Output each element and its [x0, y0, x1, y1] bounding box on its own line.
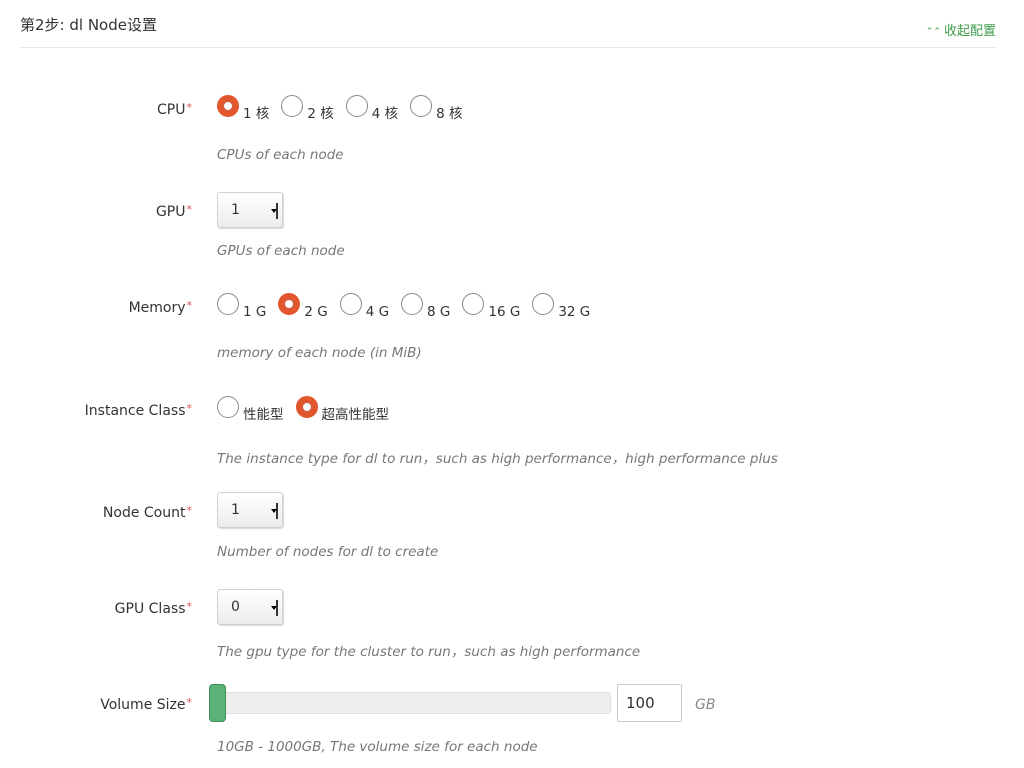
gpu-class-select[interactable]: 0: [217, 589, 283, 625]
gpu-class-select-value: 0: [231, 599, 240, 615]
caret-down-icon: [270, 503, 278, 519]
gpu-label: GPU*: [156, 203, 192, 220]
instance-class-option-performance[interactable]: 性能型: [217, 396, 284, 423]
memory-option-label: 32 G: [558, 303, 591, 320]
memory-help-text: memory of each node (in MiB): [217, 345, 422, 361]
cpu-label: CPU*: [157, 101, 192, 118]
memory-option-label: 4 G: [365, 303, 390, 320]
radio-button[interactable]: [295, 396, 318, 418]
radio-button[interactable]: [401, 293, 424, 315]
section-header: 第2步: dl Node设置 ⌃⌃ 收起配置: [20, 0, 996, 48]
memory-option-1g[interactable]: 1 G: [217, 293, 266, 320]
cpu-option-label: 1 核: [243, 105, 270, 122]
radio-button[interactable]: [410, 95, 433, 117]
required-mark: *: [186, 203, 193, 216]
cpu-option-label: 4 核: [371, 105, 399, 122]
volume-size-label-text: Volume Size: [100, 697, 186, 713]
required-mark: *: [186, 504, 193, 517]
memory-label: Memory*: [129, 299, 192, 316]
cpu-option-2[interactable]: 2 核: [281, 95, 334, 122]
node-count-label: Node Count*: [103, 504, 192, 521]
instance-class-label-text: Instance Class: [84, 403, 186, 419]
node-count-select-value: 1: [231, 502, 240, 518]
memory-option-label: 8 G: [427, 303, 451, 320]
memory-option-label: 16 G: [488, 303, 521, 320]
memory-radio-group: 1 G 2 G 4 G 8 G 16 G 32 G: [217, 293, 602, 320]
caret-down-icon: [270, 600, 278, 616]
required-mark: *: [186, 600, 193, 613]
radio-button[interactable]: [532, 293, 555, 315]
required-mark: *: [186, 696, 193, 709]
radio-button[interactable]: [281, 95, 304, 117]
memory-option-32g[interactable]: 32 G: [532, 293, 590, 320]
volume-size-slider-track[interactable]: [217, 692, 611, 714]
cpu-radio-group: 1 核 2 核 4 核 8 核: [217, 95, 475, 122]
collapse-config-label: 收起配置: [943, 24, 996, 39]
volume-size-help-text: 10GB - 1000GB, The volume size for each …: [217, 739, 538, 755]
radio-button[interactable]: [462, 293, 485, 315]
caret-down-icon: [270, 203, 278, 219]
radio-button[interactable]: [217, 95, 239, 117]
memory-option-8g[interactable]: 8 G: [401, 293, 450, 320]
instance-class-help-text: The instance type for dl to run，such as …: [217, 451, 778, 467]
cpu-option-label: 2 核: [307, 105, 334, 122]
cpu-option-label: 8 核: [436, 105, 463, 122]
memory-option-2g[interactable]: 2 G: [278, 293, 328, 320]
gpu-class-help-text: The gpu type for the cluster to run，such…: [217, 644, 641, 660]
memory-option-label: 2 G: [304, 303, 328, 320]
gpu-class-label: GPU Class*: [115, 600, 192, 617]
gpu-class-label-text: GPU Class: [114, 601, 186, 617]
memory-label-text: Memory: [128, 300, 186, 316]
volume-size-unit: GB: [695, 697, 716, 713]
memory-option-label: 1 G: [243, 303, 267, 320]
radio-button[interactable]: [278, 293, 301, 315]
volume-size-input[interactable]: [617, 684, 682, 722]
double-chevron-up-icon: ⌃⌃: [925, 27, 941, 37]
cpu-option-4[interactable]: 4 核: [345, 95, 399, 122]
required-mark: *: [186, 101, 193, 114]
gpu-select[interactable]: 1: [217, 192, 283, 228]
instance-class-label: Instance Class*: [85, 402, 192, 419]
gpu-select-value: 1: [231, 202, 240, 218]
memory-option-4g[interactable]: 4 G: [339, 293, 390, 320]
cpu-help-text: CPUs of each node: [217, 147, 344, 163]
collapse-config-link[interactable]: ⌃⌃ 收起配置: [926, 20, 996, 39]
gpu-label-text: GPU: [155, 204, 186, 220]
volume-size-label: Volume Size*: [100, 696, 192, 713]
node-count-help-text: Number of nodes for dl to create: [217, 544, 439, 560]
radio-button[interactable]: [345, 95, 368, 117]
memory-option-16g[interactable]: 16 G: [462, 293, 520, 320]
instance-class-option-ultra-performance[interactable]: 超高性能型: [295, 396, 390, 423]
instance-class-option-label: 性能型: [243, 406, 284, 423]
node-count-select[interactable]: 1: [217, 492, 283, 528]
volume-size-slider-handle[interactable]: [209, 684, 226, 722]
radio-button[interactable]: [339, 293, 362, 315]
gpu-help-text: GPUs of each node: [217, 243, 345, 259]
required-mark: *: [186, 299, 193, 312]
section-title: 第2步: dl Node设置: [20, 16, 157, 34]
cpu-option-8[interactable]: 8 核: [410, 95, 463, 122]
radio-button[interactable]: [217, 293, 239, 315]
instance-class-radio-group: 性能型 超高性能型: [217, 396, 401, 423]
radio-button[interactable]: [217, 396, 239, 418]
required-mark: *: [186, 402, 193, 415]
cpu-option-1[interactable]: 1 核: [217, 95, 269, 122]
cpu-label-text: CPU: [157, 102, 186, 118]
node-count-label-text: Node Count: [102, 505, 186, 521]
instance-class-option-label: 超高性能型: [321, 406, 390, 423]
